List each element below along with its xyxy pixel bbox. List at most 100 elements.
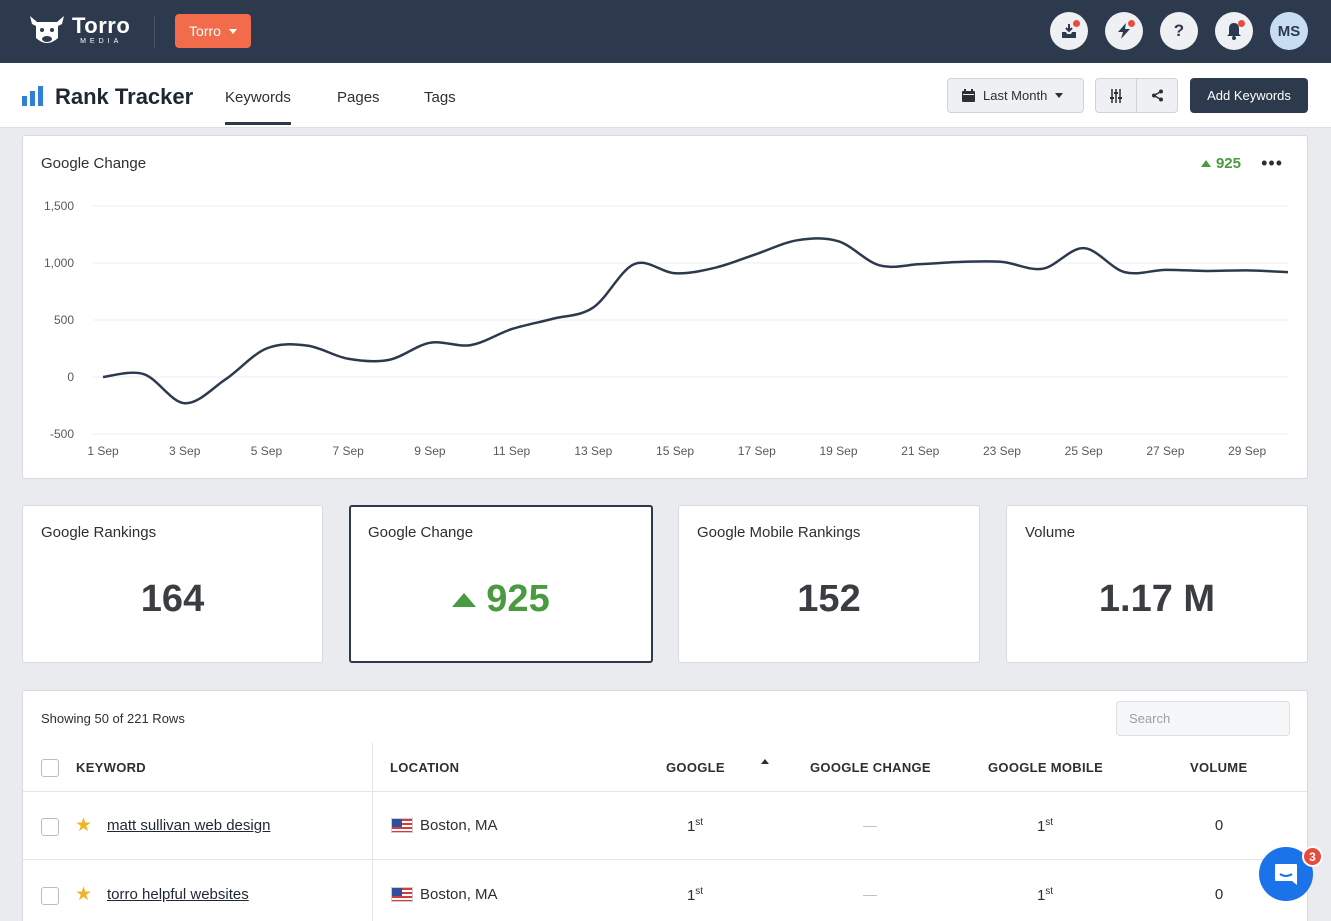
column-divider xyxy=(372,743,373,921)
data-point[interactable] xyxy=(587,301,599,313)
data-point[interactable] xyxy=(792,234,804,246)
notifications-button[interactable] xyxy=(1215,12,1253,50)
star-icon[interactable]: ★ xyxy=(75,883,92,906)
brand-sub: MEDIA xyxy=(80,38,123,45)
stat-value: 152 xyxy=(797,578,861,620)
row-checkbox[interactable] xyxy=(41,887,59,905)
data-point[interactable] xyxy=(1159,264,1171,276)
data-point[interactable] xyxy=(424,337,436,349)
column-header-keyword[interactable]: KEYWORD xyxy=(76,760,146,775)
google-rank: 1st xyxy=(675,886,715,904)
top-navbar: Torro MEDIA Torro ? MS xyxy=(0,0,1331,63)
x-tick-label: 27 Sep xyxy=(1146,444,1184,458)
brand-logo[interactable]: Torro MEDIA xyxy=(28,12,130,48)
tab-pages[interactable]: Pages xyxy=(337,89,380,106)
data-point[interactable] xyxy=(955,256,967,268)
workspace-dropdown[interactable]: Torro xyxy=(175,14,251,48)
notification-dot xyxy=(1073,20,1080,27)
data-point[interactable] xyxy=(97,371,109,383)
x-tick-label: 7 Sep xyxy=(332,444,364,458)
bull-logo-icon xyxy=(30,16,64,43)
google-rank: 1st xyxy=(675,817,715,835)
data-point[interactable] xyxy=(546,313,558,325)
share-icon xyxy=(1151,89,1163,102)
data-point[interactable] xyxy=(301,340,313,352)
date-range-label: Last Month xyxy=(983,88,1048,103)
inbox-download-button[interactable] xyxy=(1050,12,1088,50)
stat-card-google-mobile-rankings[interactable]: Google Mobile Rankings 152 xyxy=(678,505,980,663)
column-header-google[interactable]: GOOGLE xyxy=(666,760,725,775)
star-icon[interactable]: ★ xyxy=(75,814,92,837)
y-tick-label: 500 xyxy=(54,313,74,327)
data-point[interactable] xyxy=(1119,266,1131,278)
user-avatar[interactable]: MS xyxy=(1270,12,1308,50)
data-point[interactable] xyxy=(873,259,885,271)
stat-label: Google Change xyxy=(368,524,474,541)
data-point[interactable] xyxy=(506,323,518,335)
add-keywords-button[interactable]: Add Keywords xyxy=(1190,78,1308,113)
column-header-google-change[interactable]: GOOGLE CHANGE xyxy=(810,760,931,775)
data-point[interactable] xyxy=(1241,264,1253,276)
column-header-location[interactable]: LOCATION xyxy=(390,760,459,775)
navbar-divider xyxy=(154,16,155,48)
data-point[interactable] xyxy=(1282,266,1294,278)
y-tick-label: 1,500 xyxy=(44,199,74,213)
tab-tags[interactable]: Tags xyxy=(424,89,456,106)
data-point[interactable] xyxy=(179,397,191,409)
data-point[interactable] xyxy=(669,267,681,279)
google-change-chart-card: Google Change 925 ••• -500 0 500 1,000 1,500… xyxy=(22,135,1308,479)
stat-label: Google Rankings xyxy=(41,524,157,541)
location-text: Boston, MA xyxy=(420,817,498,834)
filter-settings-button[interactable] xyxy=(1095,78,1137,113)
row-checkbox[interactable] xyxy=(41,818,59,836)
data-point[interactable] xyxy=(996,256,1008,268)
keyword-link[interactable]: torro helpful websites xyxy=(107,886,249,903)
data-point[interactable] xyxy=(260,343,272,355)
select-all-checkbox[interactable] xyxy=(41,759,59,777)
location-text: Boston, MA xyxy=(420,886,498,903)
stat-card-google-rankings[interactable]: Google Rankings 164 xyxy=(22,505,323,663)
y-tick-label: 1,000 xyxy=(44,256,74,270)
data-point[interactable] xyxy=(751,248,763,260)
chat-unread-badge: 3 xyxy=(1302,846,1323,867)
data-point[interactable] xyxy=(1037,263,1049,275)
google-change-value: — xyxy=(863,817,877,833)
share-button[interactable] xyxy=(1136,78,1178,113)
data-point[interactable] xyxy=(342,353,354,365)
data-point[interactable] xyxy=(914,258,926,270)
x-tick-label: 29 Sep xyxy=(1228,444,1266,458)
sort-ascending-icon[interactable] xyxy=(761,759,769,764)
search-input[interactable] xyxy=(1116,701,1290,736)
google-change-value: — xyxy=(863,886,877,902)
data-point[interactable] xyxy=(1078,242,1090,254)
help-button[interactable]: ? xyxy=(1160,12,1198,50)
data-point[interactable] xyxy=(465,339,477,351)
us-flag-icon xyxy=(391,887,413,902)
rows-info: Showing 50 of 221 Rows xyxy=(41,711,185,726)
data-point[interactable] xyxy=(833,235,845,247)
y-tick-label: 0 xyxy=(67,370,74,384)
stat-value: 925 xyxy=(351,578,651,621)
data-point[interactable] xyxy=(1200,265,1212,277)
data-point[interactable] xyxy=(710,262,722,274)
column-header-google-mobile[interactable]: GOOGLE MOBILE xyxy=(988,760,1103,775)
stat-label: Google Mobile Rankings xyxy=(697,524,861,541)
data-point[interactable] xyxy=(220,373,232,385)
data-point[interactable] xyxy=(628,258,640,270)
stat-card-google-change[interactable]: Google Change 925 xyxy=(349,505,653,663)
column-header-volume[interactable]: VOLUME xyxy=(1190,760,1247,775)
tab-keywords[interactable]: Keywords xyxy=(225,89,291,125)
keyword-link[interactable]: matt sullivan web design xyxy=(107,817,270,834)
rank-suffix: st xyxy=(695,886,704,897)
help-icon: ? xyxy=(1173,21,1185,40)
stat-card-volume[interactable]: Volume 1.17 M xyxy=(1006,505,1308,663)
date-range-dropdown[interactable]: Last Month xyxy=(947,78,1084,113)
page-title: Rank Tracker xyxy=(55,84,194,109)
data-point[interactable] xyxy=(383,354,395,366)
x-tick-label: 25 Sep xyxy=(1065,444,1103,458)
keywords-table-card: Showing 50 of 221 Rows KEYWORD LOCATION … xyxy=(22,690,1308,921)
data-point[interactable] xyxy=(138,368,150,380)
chevron-down-icon xyxy=(228,28,237,34)
calendar-icon xyxy=(962,89,975,102)
quick-actions-button[interactable] xyxy=(1105,12,1143,50)
